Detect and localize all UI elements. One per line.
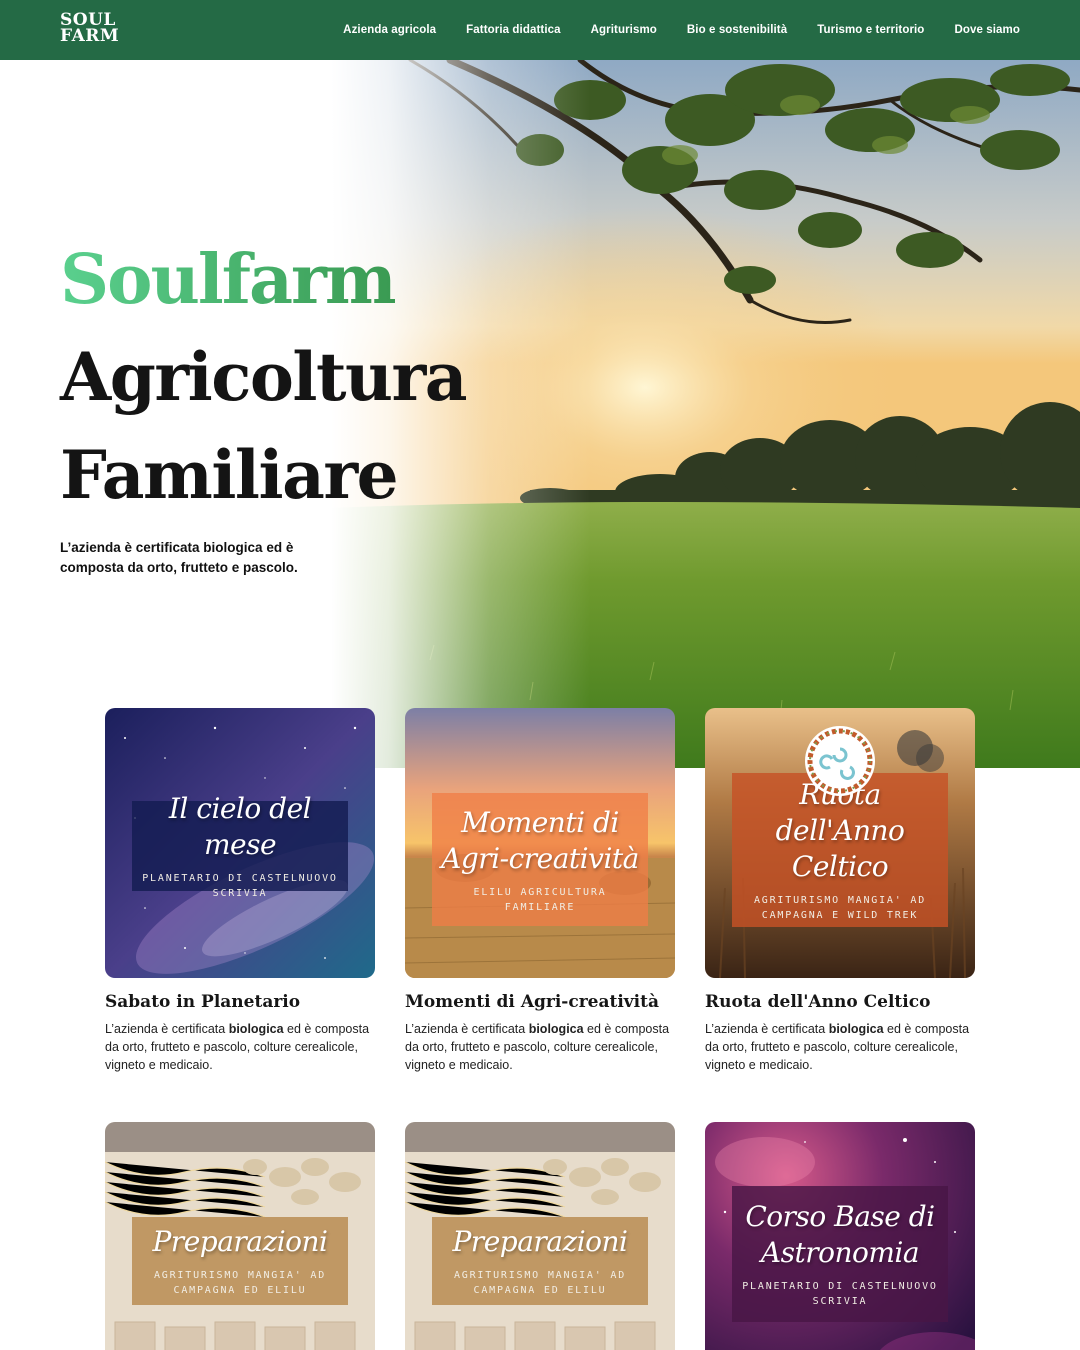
card-image: Momenti di Agri-creatività ELILU AGRICUL… bbox=[405, 708, 675, 978]
card-image: Preparazioni AGRITURISMO MANGIA' AD CAMP… bbox=[105, 1122, 375, 1350]
card-overlay-title: Corso Base di Astronomia bbox=[745, 1200, 935, 1269]
hero-brand-title: Soulfarm bbox=[60, 240, 397, 320]
hero-description: L’azienda è certificata biologica ed è c… bbox=[60, 540, 298, 575]
event-card-preparazioni-2[interactable]: Preparazioni AGRITURISMO MANGIA' AD CAMP… bbox=[405, 1122, 675, 1350]
hero-headline-line2: Familiare bbox=[60, 436, 399, 514]
card-overlay-subtitle: AGRITURISMO MANGIA' AD CAMPAGNA E WILD T… bbox=[753, 895, 927, 921]
nav-bio-sostenibilita[interactable]: Bio e sostenibilità bbox=[687, 24, 787, 36]
event-card-corso-astronomia[interactable]: Corso Base di Astronomia PLANETARIO DI C… bbox=[705, 1122, 975, 1350]
card-image: Corso Base di Astronomia PLANETARIO DI C… bbox=[705, 1122, 975, 1350]
nav-dove-siamo[interactable]: Dove siamo bbox=[954, 24, 1020, 36]
soulfarm-logo[interactable]: SOUL FARM bbox=[60, 12, 120, 46]
card-image: Il cielo del mese PLANETARIO DI CASTELNU… bbox=[105, 708, 375, 978]
nav-turismo-territorio[interactable]: Turismo e territorio bbox=[817, 24, 924, 36]
card-description: L’azienda è certificata biologica ed è c… bbox=[705, 1022, 970, 1072]
card-overlay-box: Momenti di Agri-creatività ELILU AGRICUL… bbox=[432, 793, 648, 926]
card-overlay-title: Il cielo del mese bbox=[168, 792, 312, 861]
card-overlay-box: Il cielo del mese PLANETARIO DI CASTELNU… bbox=[132, 792, 348, 899]
card-overlay-box: Corso Base di Astronomia PLANETARIO DI C… bbox=[732, 1186, 948, 1322]
card-overlay-subtitle: AGRITURISMO MANGIA' AD CAMPAGNA ED ELILU bbox=[453, 1270, 627, 1296]
card-title: Ruota dell'Anno Celtico bbox=[705, 992, 931, 1012]
card-overlay-subtitle: PLANETARIO DI CASTELNUOVO SCRIVIA bbox=[742, 1281, 938, 1307]
event-card-planetario[interactable]: Il cielo del mese PLANETARIO DI CASTELNU… bbox=[105, 708, 375, 1074]
card-overlay-title: Momenti di Agri-creatività bbox=[441, 805, 639, 875]
card-image: Preparazioni AGRITURISMO MANGIA' AD CAMP… bbox=[405, 1122, 675, 1350]
event-card-preparazioni-1[interactable]: Preparazioni AGRITURISMO MANGIA' AD CAMP… bbox=[105, 1122, 375, 1350]
card-overlay-box: Preparazioni AGRITURISMO MANGIA' AD CAMP… bbox=[432, 1217, 648, 1305]
card-title: Sabato in Planetario bbox=[105, 992, 301, 1012]
card-image: Ruota dell'Anno Celtico AGRITURISMO MANG… bbox=[705, 708, 975, 978]
hero-section: Soulfarm Agricoltura Familiare L’azienda… bbox=[0, 60, 1080, 768]
nav-azienda-agricola[interactable]: Azienda agricola bbox=[343, 24, 436, 36]
card-overlay-subtitle: PLANETARIO DI CASTELNUOVO SCRIVIA bbox=[142, 873, 338, 899]
event-card-agri-creativita[interactable]: Momenti di Agri-creatività ELILU AGRICUL… bbox=[405, 708, 675, 1074]
card-overlay-title: Preparazioni bbox=[152, 1225, 328, 1258]
card-description: L’azienda è certificata biologica ed è c… bbox=[405, 1022, 670, 1072]
celtic-wreath-icon bbox=[805, 726, 875, 796]
card-title: Momenti di Agri-creatività bbox=[405, 992, 660, 1012]
hero-headline-line1: Agricoltura bbox=[60, 338, 468, 416]
event-card-ruota-anno-celtico[interactable]: Ruota dell'Anno Celtico AGRITURISMO MANG… bbox=[705, 708, 975, 1074]
card-overlay-subtitle: ELILU AGRICULTURA FAMILIARE bbox=[473, 886, 607, 913]
main-nav: Azienda agricola Fattoria didattica Agri… bbox=[343, 0, 1020, 60]
card-overlay-box: Preparazioni AGRITURISMO MANGIA' AD CAMP… bbox=[132, 1217, 348, 1305]
top-navbar: SOUL FARM Azienda agricola Fattoria dida… bbox=[0, 0, 1080, 60]
nav-agriturismo[interactable]: Agriturismo bbox=[591, 24, 657, 36]
logo-line-2: FARM bbox=[60, 26, 120, 46]
nav-fattoria-didattica[interactable]: Fattoria didattica bbox=[466, 24, 560, 36]
card-description: L’azienda è certificata biologica ed è c… bbox=[105, 1022, 370, 1072]
card-overlay-subtitle: AGRITURISMO MANGIA' AD CAMPAGNA ED ELILU bbox=[153, 1270, 327, 1296]
card-overlay-title: Preparazioni bbox=[452, 1225, 628, 1258]
